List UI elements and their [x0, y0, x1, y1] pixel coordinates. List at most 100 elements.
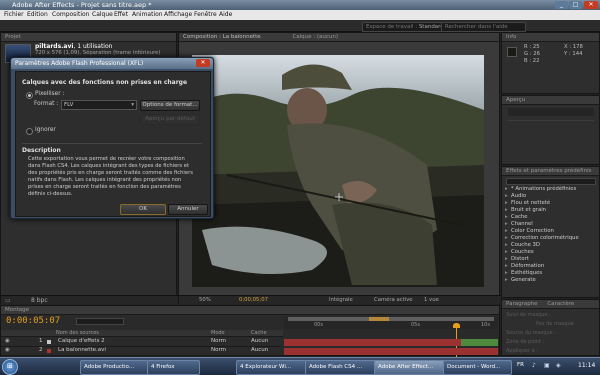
tab-paragraph[interactable]: Paragraphe — [506, 301, 538, 307]
effect-category-1[interactable]: ▸ Audio — [505, 193, 526, 200]
layer-name[interactable]: Calque d'effets 2 — [58, 338, 105, 344]
timeline-layer-row-1[interactable]: ◉ 1 Calque d'effets 2 Norm Aucun — [1, 338, 281, 347]
eye-icon[interactable]: ◉ — [5, 347, 10, 353]
project-panel-header: Projet — [1, 33, 176, 42]
layer-cache[interactable]: Aucun — [251, 338, 268, 344]
menu-affichage[interactable]: Affichage — [164, 11, 192, 18]
rasterize-radio[interactable] — [26, 92, 33, 99]
menu-fichier[interactable]: Fichier — [4, 11, 24, 18]
viewer-timecode[interactable]: 0;00;05;07 — [239, 297, 268, 303]
effect-category-label: Color Correction — [511, 228, 554, 234]
workspace-select[interactable]: Espace de travail : Standard — [362, 22, 444, 32]
menu-animation[interactable]: Animation — [132, 11, 163, 18]
timeline-layer-row-2[interactable]: ◉ 2 La baïonnette.avi Norm Aucun — [1, 347, 281, 356]
layer-cache[interactable]: Aucun — [251, 347, 268, 353]
effect-category-2[interactable]: ▸ Flou et netteté — [505, 200, 550, 207]
format-options-button[interactable]: Options de format... — [140, 100, 200, 111]
tab-layer[interactable]: Calque : (aucun) — [292, 34, 338, 40]
layer-number: 2 — [39, 347, 43, 353]
effect-category-7[interactable]: ▸ Correction colorimétrique — [505, 235, 579, 242]
column-cache[interactable]: Cache — [251, 330, 267, 336]
effect-category-0[interactable]: ▸ * Animations prédéfinies — [505, 186, 576, 193]
time-ruler[interactable]: 00s 05s 10s — [284, 317, 498, 329]
menu-aide[interactable]: Aide — [219, 11, 232, 18]
layer-number: 1 — [39, 338, 43, 344]
dialog-close-button[interactable]: ✕ — [196, 59, 210, 67]
composition-panel-header: Composition : La baïonnette Calque : (au… — [179, 33, 499, 42]
project-item-info: 720 x 576 (1,09), Séparation (trame infé… — [35, 50, 161, 56]
preview-controls — [508, 108, 594, 116]
shield-icon[interactable]: ◈ — [556, 362, 561, 369]
effect-category-11[interactable]: ▸ Déformation — [505, 263, 544, 270]
effect-category-4[interactable]: ▸ Cache — [505, 214, 527, 221]
info-rgb: R : 25 G : 26 B : 22 — [524, 44, 540, 65]
effect-category-12[interactable]: ▸ Esthétiques — [505, 270, 542, 277]
taskbar-task-2[interactable]: 4 Explorateur Wi... — [236, 360, 307, 375]
effect-category-label: Bruit et grain — [511, 207, 547, 213]
effect-category-label: * Animations prédéfinies — [511, 186, 577, 192]
playhead-icon[interactable] — [453, 323, 460, 328]
menu-effet[interactable]: Effet — [114, 11, 128, 18]
effect-category-10[interactable]: ▸ Distort — [505, 256, 529, 263]
quality-select[interactable]: Intégrale — [329, 297, 353, 303]
project-footer: ▭ 8 bpc — [1, 295, 178, 304]
effect-category-5[interactable]: ▸ Channel — [505, 221, 533, 228]
effects-search-input[interactable] — [506, 178, 596, 185]
preview-panel: Aperçu — [501, 95, 600, 165]
network-icon[interactable]: ▣ — [544, 362, 550, 369]
paragraph-lines: Suivi de masque : Pas de masque Source d… — [506, 311, 574, 356]
help-search-input[interactable]: Rechercher dans l'aide — [441, 22, 526, 32]
menu-fenetre[interactable]: Fenêtre — [194, 11, 217, 18]
bpc-toggle[interactable]: 8 bpc — [31, 297, 48, 304]
quick-launch — [24, 362, 60, 372]
effect-category-8[interactable]: ▸ Couche 3D — [505, 242, 540, 249]
zoom-select[interactable]: 50% — [199, 297, 211, 303]
effect-category-9[interactable]: ▸ Couches — [505, 249, 534, 256]
timeline-search-input[interactable] — [76, 318, 124, 325]
layer-mode[interactable]: Norm — [211, 347, 226, 353]
menu-calque[interactable]: Calque — [92, 11, 113, 18]
taskbar-task-0[interactable]: Adobe Productio... — [80, 360, 149, 375]
taskbar-task-1[interactable]: 4 Firefox — [147, 360, 200, 375]
tab-composition[interactable]: Composition : La baïonnette — [183, 34, 261, 40]
timeline-timecode[interactable]: 0:00:05:07 — [6, 316, 60, 326]
composition-frame[interactable] — [192, 55, 484, 287]
ignore-radio[interactable] — [26, 128, 33, 135]
dialog-title: Paramètres Adobe Flash Professional (XFL… — [15, 60, 144, 67]
menu-edition[interactable]: Edition — [27, 11, 48, 18]
views-select[interactable]: 1 vue — [424, 297, 439, 303]
ruler-label-1: 05s — [411, 322, 420, 328]
dialog-title-bar[interactable]: Paramètres Adobe Flash Professional (XFL… — [11, 58, 213, 69]
effect-category-13[interactable]: ▸ Generate — [505, 277, 536, 284]
rasterize-label: Pixelliser : — [35, 91, 65, 97]
taskbar-clock[interactable]: 11:14 — [578, 362, 595, 369]
work-area-handle[interactable] — [369, 317, 389, 321]
taskbar-task-4[interactable]: Adobe After Effect... — [374, 360, 445, 375]
tab-character[interactable]: Caractère — [547, 301, 574, 307]
column-source-name[interactable]: Nom des sources — [56, 330, 99, 336]
layer-bar-2[interactable] — [284, 348, 498, 355]
trash-icon[interactable]: ▭ — [5, 297, 11, 304]
column-mode[interactable]: Mode — [211, 330, 225, 336]
volume-icon[interactable]: ♪ — [532, 362, 536, 369]
cancel-button[interactable]: Annuler — [168, 204, 208, 215]
menu-composition[interactable]: Composition — [52, 11, 89, 18]
eye-icon[interactable]: ◉ — [5, 338, 10, 344]
work-area-bar[interactable] — [288, 317, 494, 321]
layer-mode[interactable]: Norm — [211, 338, 226, 344]
effect-category-3[interactable]: ▸ Bruit et grain — [505, 207, 546, 214]
minimize-button[interactable]: _ — [555, 1, 568, 9]
effects-panel-header: Effets et paramètres prédéfinis — [502, 167, 599, 176]
project-usage: , 1 utilisation — [73, 43, 113, 50]
format-select[interactable]: FLV ▾ — [61, 100, 137, 110]
maximize-button[interactable]: □ — [569, 1, 582, 9]
close-window-button[interactable]: ✕ — [584, 1, 598, 9]
ok-button[interactable]: OK — [120, 204, 166, 215]
language-indicator[interactable]: FR — [517, 362, 524, 368]
layer-name[interactable]: La baïonnette.avi — [58, 347, 106, 353]
taskbar-task-5[interactable]: Document - Word... — [443, 360, 512, 375]
layer-color-swatch — [47, 349, 51, 353]
effect-category-6[interactable]: ▸ Color Correction — [505, 228, 554, 235]
taskbar-task-3[interactable]: Adobe Flash CS4 ... — [305, 360, 376, 375]
camera-select[interactable]: Caméra active — [374, 297, 413, 303]
